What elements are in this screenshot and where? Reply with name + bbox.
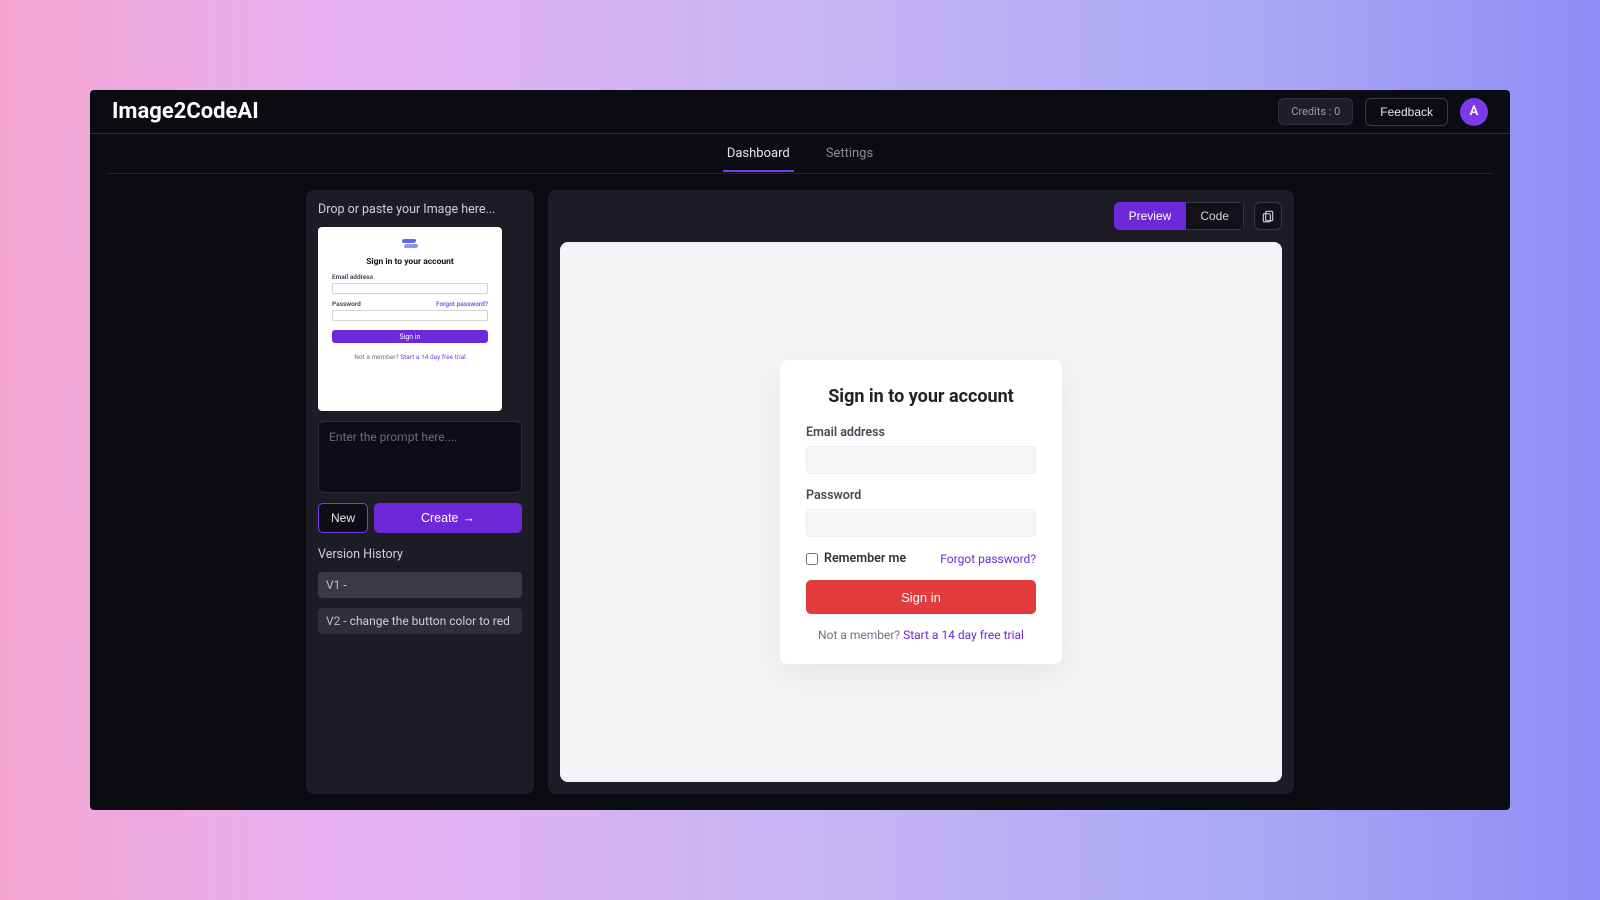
header-bar: Image2CodeAI Credits : 0 Feedback A (90, 90, 1510, 134)
version-desc: - (340, 578, 346, 592)
thumb-email-label: Email address (332, 273, 488, 281)
forgot-password-link[interactable]: Forgot password? (940, 552, 1036, 566)
signup-footer-lead: Not a member? (818, 628, 903, 642)
version-desc: - change the button color to red (340, 614, 509, 628)
remember-row: Remember me Forgot password? (806, 551, 1036, 566)
version-history-title: Version History (318, 547, 522, 562)
password-row: Password (806, 488, 1036, 537)
create-button-label: Create (421, 511, 459, 525)
feedback-button[interactable]: Feedback (1365, 98, 1448, 126)
arrow-right-icon: → (463, 511, 476, 525)
create-button[interactable]: Create → (374, 503, 522, 533)
thumb-footer: Not a member? Start a 14 day free trial (354, 353, 466, 361)
signin-card: Sign in to your account Email address Pa… (780, 360, 1062, 664)
action-button-row: New Create → (318, 503, 522, 533)
drop-zone-label: Drop or paste your Image here... (318, 202, 522, 217)
signin-title: Sign in to your account (806, 386, 1036, 407)
password-label: Password (806, 488, 1036, 503)
email-row: Email address (806, 425, 1036, 474)
thumb-password-label: Password (332, 300, 361, 308)
tab-settings[interactable]: Settings (822, 136, 877, 171)
tab-dashboard[interactable]: Dashboard (723, 136, 794, 171)
copy-button[interactable] (1254, 202, 1282, 230)
start-trial-link[interactable]: Start a 14 day free trial (903, 628, 1024, 642)
signup-footer: Not a member? Start a 14 day free trial (806, 628, 1036, 642)
right-panel: Preview Code Sign in to your account Ema… (548, 190, 1294, 794)
thumb-forgot-link: Forgot password? (436, 300, 488, 308)
left-panel: Drop or paste your Image here... Sign in… (306, 190, 534, 794)
remember-label: Remember me (824, 551, 906, 566)
thumb-title: Sign in to your account (366, 257, 454, 267)
thumb-footer-link: Start a 14 day free trial (400, 353, 465, 361)
password-field[interactable] (806, 509, 1036, 537)
app-title: Image2CodeAI (112, 99, 259, 124)
remember-left: Remember me (806, 551, 906, 566)
thumb-signin-button: Sign in (332, 330, 488, 343)
avatar[interactable]: A (1460, 98, 1488, 126)
email-label: Email address (806, 425, 1036, 440)
tab-bar: Dashboard Settings (106, 134, 1494, 174)
app-window: Image2CodeAI Credits : 0 Feedback A Dash… (90, 90, 1510, 810)
version-item-v1[interactable]: V1 - (318, 572, 522, 598)
version-item-v2[interactable]: V2 - change the button color to red (318, 608, 522, 634)
thumb-logo-icon (402, 239, 418, 249)
prompt-input[interactable] (318, 421, 522, 493)
preview-frame: Sign in to your account Email address Pa… (560, 242, 1282, 782)
email-field[interactable] (806, 446, 1036, 474)
thumb-password-input (332, 310, 488, 321)
thumb-email-input (332, 283, 488, 294)
preview-toolbar: Preview Code (560, 202, 1282, 230)
new-button[interactable]: New (318, 503, 368, 533)
header-right: Credits : 0 Feedback A (1278, 98, 1488, 126)
clipboard-icon (1261, 209, 1275, 223)
version-tag: V1 (326, 578, 340, 592)
code-tab-button[interactable]: Code (1186, 202, 1244, 230)
preview-tab-button[interactable]: Preview (1114, 202, 1187, 230)
view-toggle: Preview Code (1114, 202, 1244, 230)
version-tag: V2 (326, 614, 340, 628)
signin-button[interactable]: Sign in (806, 580, 1036, 614)
remember-checkbox[interactable] (806, 553, 818, 565)
thumb-footer-lead: Not a member? (354, 353, 400, 361)
body: Drop or paste your Image here... Sign in… (90, 174, 1510, 810)
uploaded-image-thumbnail[interactable]: Sign in to your account Email address Pa… (318, 227, 502, 411)
credits-badge[interactable]: Credits : 0 (1278, 98, 1353, 125)
